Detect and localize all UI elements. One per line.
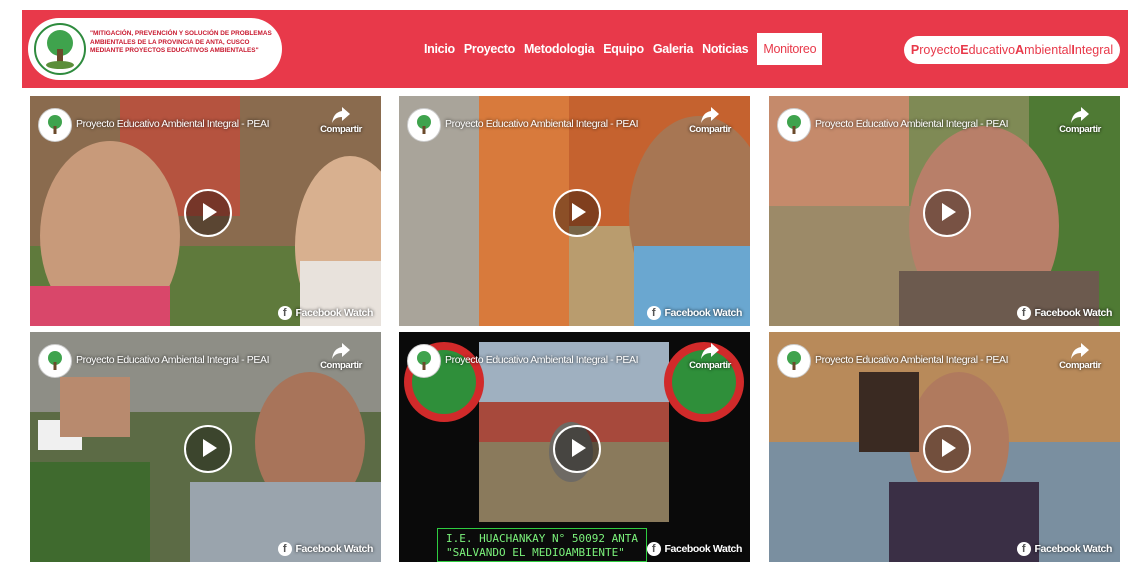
site-logo[interactable]: "Mitigación, prevención y solución de pr… — [28, 18, 282, 80]
channel-avatar[interactable] — [407, 108, 441, 142]
tree-logo-icon — [48, 115, 62, 134]
play-button[interactable] — [183, 189, 232, 237]
watch-label: Facebook Watch — [664, 307, 743, 319]
channel-title[interactable]: Proyecto Educativo Ambiental Integral - … — [76, 118, 269, 130]
channel-avatar[interactable] — [38, 344, 72, 378]
share-label: Compartir — [1059, 124, 1101, 135]
share-arrow-icon — [332, 107, 350, 123]
channel-avatar[interactable] — [777, 108, 811, 142]
video-card[interactable]: Proyecto Educativo Ambiental Integral - … — [30, 332, 381, 562]
tree-logo-icon — [417, 115, 431, 134]
video-caption: I.E. HUACHANKAY N° 50092 ANTA "SALVANDO … — [437, 528, 647, 562]
share-label: Compartir — [320, 360, 362, 371]
channel-title[interactable]: Proyecto Educativo Ambiental Integral - … — [445, 354, 638, 366]
tree-logo-icon — [787, 115, 801, 134]
facebook-watch-link[interactable]: f Facebook Watch — [646, 542, 743, 556]
play-button[interactable] — [922, 189, 971, 237]
nav-inicio[interactable]: Inicio — [424, 42, 455, 56]
facebook-watch-link[interactable]: f Facebook Watch — [1016, 542, 1113, 556]
brand-word: ducativo — [968, 43, 1016, 57]
share-arrow-icon — [701, 107, 719, 123]
facebook-icon: f — [277, 542, 292, 556]
video-grid: Proyecto Educativo Ambiental Integral - … — [30, 96, 1120, 562]
watch-label: Facebook Watch — [1034, 307, 1113, 319]
share-button[interactable]: Compartir — [680, 106, 740, 135]
share-button[interactable]: Compartir — [311, 342, 371, 371]
channel-title[interactable]: Proyecto Educativo Ambiental Integral - … — [445, 118, 638, 130]
watch-label: Facebook Watch — [664, 543, 743, 555]
facebook-icon: f — [1016, 542, 1031, 556]
brand-word: ntegral — [1074, 43, 1114, 57]
channel-title[interactable]: Proyecto Educativo Ambiental Integral - … — [76, 354, 269, 366]
video-card[interactable]: Proyecto Educativo Ambiental Integral - … — [399, 332, 750, 562]
nav-noticias[interactable]: Noticias — [702, 42, 749, 56]
logo-tagline: "Mitigación, prevención y solución de pr… — [90, 30, 272, 55]
watch-label: Facebook Watch — [1034, 543, 1113, 555]
facebook-icon: f — [646, 306, 661, 320]
video-card[interactable]: Proyecto Educativo Ambiental Integral - … — [30, 96, 381, 326]
share-label: Compartir — [1059, 360, 1101, 371]
share-button[interactable]: Compartir — [1050, 106, 1110, 135]
nav-galeria[interactable]: Galeria — [653, 42, 694, 56]
tree-logo-icon — [48, 351, 62, 370]
video-card[interactable]: Proyecto Educativo Ambiental Integral - … — [399, 96, 750, 326]
watch-label: Facebook Watch — [295, 307, 374, 319]
share-arrow-icon — [332, 343, 350, 359]
share-label: Compartir — [689, 124, 731, 135]
play-button[interactable] — [183, 425, 232, 473]
share-arrow-icon — [701, 343, 719, 359]
brand-button[interactable]: Proyecto Educativo Ambiental Integral — [904, 36, 1120, 64]
facebook-watch-link[interactable]: f Facebook Watch — [646, 306, 743, 320]
channel-avatar[interactable] — [38, 108, 72, 142]
play-button[interactable] — [552, 189, 601, 237]
facebook-watch-link[interactable]: f Facebook Watch — [1016, 306, 1113, 320]
brand-letter: E — [960, 43, 969, 57]
video-card[interactable]: Proyecto Educativo Ambiental Integral - … — [769, 96, 1120, 326]
tree-logo-icon — [34, 23, 86, 75]
nav-equipo[interactable]: Equipo — [603, 42, 644, 56]
facebook-icon: f — [646, 542, 661, 556]
share-button[interactable]: Compartir — [1050, 342, 1110, 371]
brand-letter: A — [1015, 43, 1025, 57]
site-header: "Mitigación, prevención y solución de pr… — [22, 10, 1128, 88]
share-button[interactable]: Compartir — [311, 106, 371, 135]
channel-avatar[interactable] — [407, 344, 441, 378]
video-card[interactable]: Proyecto Educativo Ambiental Integral - … — [769, 332, 1120, 562]
channel-title[interactable]: Proyecto Educativo Ambiental Integral - … — [815, 118, 1008, 130]
facebook-icon: f — [1016, 306, 1031, 320]
share-arrow-icon — [1071, 343, 1089, 359]
nav-monitoreo[interactable]: Monitoreo — [757, 33, 823, 65]
brand-letter: P — [910, 43, 920, 57]
nav-metodologia[interactable]: Metodologia — [524, 42, 595, 56]
play-button[interactable] — [922, 425, 971, 473]
share-label: Compartir — [689, 360, 731, 371]
facebook-watch-link[interactable]: f Facebook Watch — [277, 306, 374, 320]
tree-logo-icon — [787, 351, 801, 370]
watch-label: Facebook Watch — [295, 543, 374, 555]
share-label: Compartir — [320, 124, 362, 135]
channel-avatar[interactable] — [777, 344, 811, 378]
share-arrow-icon — [1071, 107, 1089, 123]
facebook-watch-link[interactable]: f Facebook Watch — [277, 542, 374, 556]
play-button[interactable] — [552, 425, 601, 473]
channel-title[interactable]: Proyecto Educativo Ambiental Integral - … — [815, 354, 1008, 366]
facebook-icon: f — [277, 306, 292, 320]
brand-word: royecto — [919, 43, 961, 57]
nav-proyecto[interactable]: Proyecto — [464, 42, 515, 56]
share-button[interactable]: Compartir — [680, 342, 740, 371]
tree-logo-icon — [417, 351, 431, 370]
main-nav: Inicio Proyecto Metodologia Equipo Galer… — [424, 33, 823, 65]
brand-word: mbiental — [1024, 43, 1072, 57]
